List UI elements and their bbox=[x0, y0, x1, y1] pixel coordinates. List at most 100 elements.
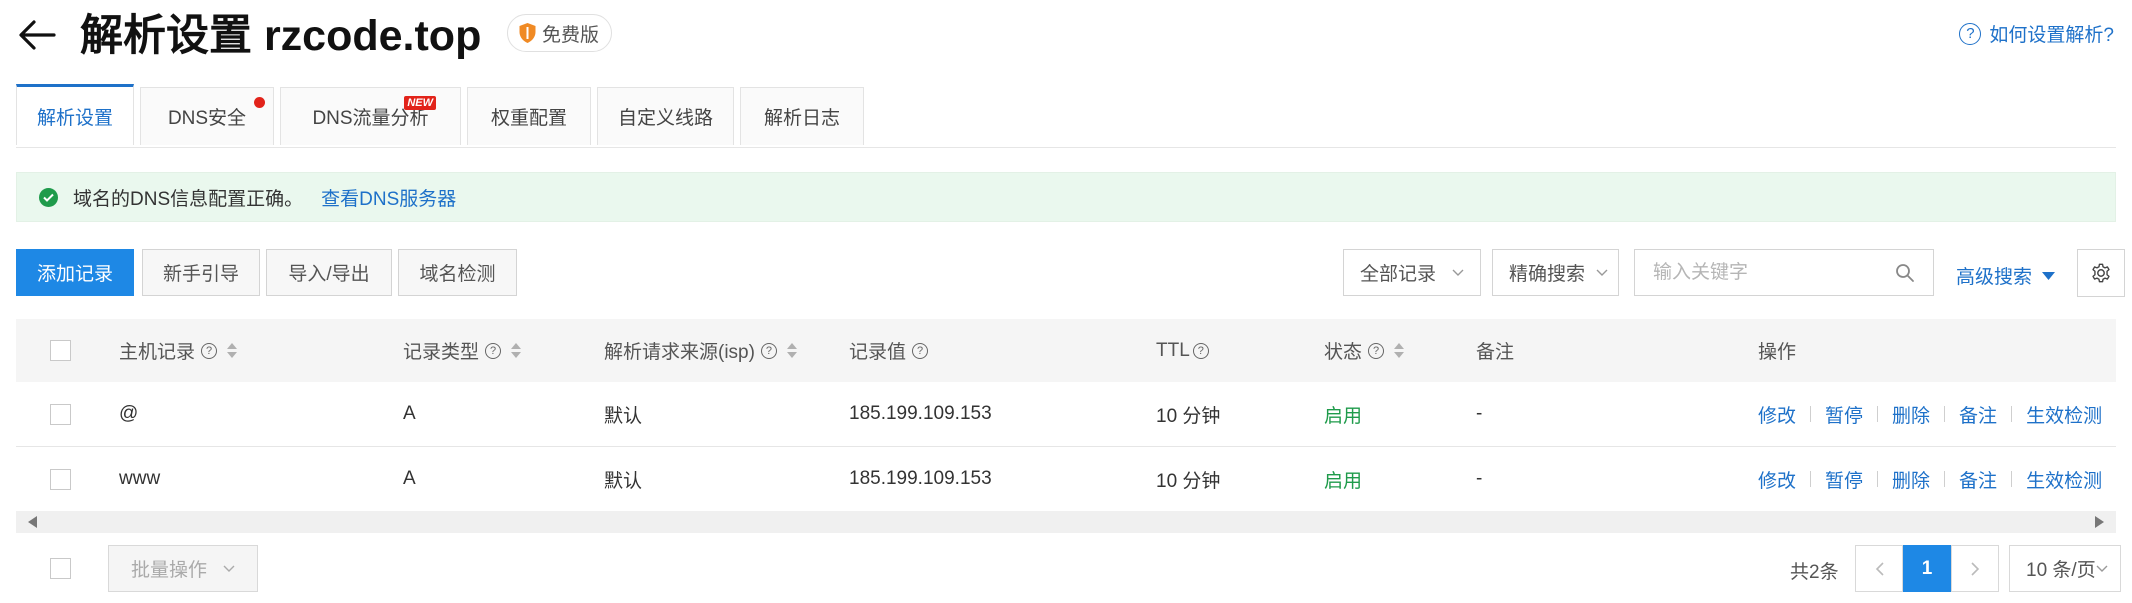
delete-link[interactable]: 删除 bbox=[1892, 401, 1930, 428]
guide-button[interactable]: 新手引导 bbox=[142, 249, 260, 296]
page-size-value: 10 条/页 bbox=[2026, 560, 2096, 581]
cell-ttl: 10 分钟 bbox=[1156, 470, 1221, 492]
advanced-search-link[interactable]: 高级搜索 bbox=[1956, 262, 2056, 289]
bulk-action-select[interactable]: 批量操作 bbox=[108, 545, 258, 592]
add-record-button[interactable]: 添加记录 bbox=[16, 249, 134, 296]
tab-weight-config[interactable]: 权重配置 bbox=[467, 87, 591, 145]
chevron-left-icon bbox=[1875, 561, 1884, 576]
table-settings-button[interactable] bbox=[2077, 249, 2125, 297]
col-value: 记录值 ? bbox=[849, 319, 929, 382]
check-circle-icon bbox=[39, 187, 58, 207]
cell-value: 185.199.109.153 bbox=[849, 403, 992, 424]
cell-remark: - bbox=[1476, 403, 1483, 424]
pause-link[interactable]: 暂停 bbox=[1825, 401, 1863, 428]
tab-custom-line[interactable]: 自定义线路 bbox=[597, 87, 734, 145]
help-icon[interactable]: ? bbox=[201, 342, 218, 359]
notification-dot bbox=[254, 97, 265, 108]
cell-isp: 默认 bbox=[604, 405, 643, 427]
help-link-label: 如何设置解析? bbox=[1989, 25, 2114, 46]
help-icon: ? bbox=[1959, 22, 1982, 45]
tab-label: 解析设置 bbox=[36, 107, 113, 129]
chevron-down-icon bbox=[223, 565, 235, 572]
check-effect-link[interactable]: 生效检测 bbox=[2026, 401, 2102, 428]
cell-type: A bbox=[403, 468, 416, 489]
footer-select-all-checkbox[interactable] bbox=[50, 558, 71, 579]
bulk-action-label: 批量操作 bbox=[130, 560, 207, 581]
select-all-cell bbox=[50, 319, 71, 382]
delete-link[interactable]: 删除 bbox=[1892, 466, 1930, 493]
col-status: 状态 ? bbox=[1324, 319, 1405, 382]
row-checkbox[interactable] bbox=[50, 468, 71, 490]
table-row: @ A 默认 185.199.109.153 10 分钟 启用 - 修改 暂停 … bbox=[16, 382, 2116, 447]
dns-settings-page: 解析设置 rzcode.top 免费版 ? 如何设置解析? 解析设置 DNS安全… bbox=[0, 0, 2132, 603]
remark-link[interactable]: 备注 bbox=[1959, 401, 1997, 428]
cell-isp: 默认 bbox=[604, 470, 643, 492]
search-mode-select[interactable]: 精确搜索 bbox=[1492, 249, 1619, 296]
page-button-current[interactable]: 1 bbox=[1903, 545, 1951, 592]
tab-dns-log[interactable]: 解析日志 bbox=[740, 87, 864, 145]
plan-badge-label: 免费版 bbox=[542, 24, 600, 46]
help-icon[interactable]: ? bbox=[912, 342, 929, 359]
col-host-label: 主机记录 bbox=[119, 342, 196, 363]
caret-down-icon bbox=[2042, 271, 2056, 280]
next-page-button[interactable] bbox=[1951, 545, 1999, 592]
advanced-search-label: 高级搜索 bbox=[1956, 267, 2033, 288]
cell-value: 185.199.109.153 bbox=[849, 468, 992, 489]
tab-label: DNS安全 bbox=[167, 108, 247, 129]
col-remark: 备注 bbox=[1476, 319, 1514, 382]
help-icon[interactable]: ? bbox=[1368, 342, 1385, 359]
sort-icon[interactable] bbox=[227, 343, 238, 358]
remark-link[interactable]: 备注 bbox=[1959, 466, 1997, 493]
page-title: 解析设置 rzcode.top bbox=[80, 12, 482, 60]
sort-icon[interactable] bbox=[511, 343, 522, 358]
page-size-select[interactable]: 10 条/页 bbox=[2009, 545, 2121, 592]
select-all-checkbox[interactable] bbox=[50, 340, 71, 361]
help-icon[interactable]: ? bbox=[1192, 342, 1209, 359]
scroll-left-icon[interactable] bbox=[28, 516, 37, 528]
record-filter-value: 全部记录 bbox=[1360, 264, 1437, 285]
col-isp: 解析请求来源(isp) ? bbox=[604, 319, 797, 382]
chevron-down-icon bbox=[2096, 565, 2108, 572]
tab-label: 解析日志 bbox=[763, 108, 840, 129]
row-actions: 修改 暂停 删除 备注 生效检测 bbox=[1758, 447, 2102, 511]
tab-bar: 解析设置 DNS安全 DNS流量分析 NEW 权重配置 自定义线路 解析日志 bbox=[16, 84, 2116, 148]
total-count: 共2条 bbox=[1790, 562, 1839, 583]
row-checkbox[interactable] bbox=[50, 403, 71, 425]
horizontal-scrollbar[interactable] bbox=[16, 511, 2116, 533]
cell-ttl: 10 分钟 bbox=[1156, 405, 1221, 427]
help-icon[interactable]: ? bbox=[485, 342, 502, 359]
sort-icon[interactable] bbox=[786, 343, 797, 358]
tab-dns-traffic[interactable]: DNS流量分析 NEW bbox=[280, 87, 461, 145]
chevron-down-icon bbox=[1596, 269, 1608, 276]
tab-label: 自定义线路 bbox=[617, 108, 713, 129]
search-icon[interactable] bbox=[1895, 263, 1915, 283]
search-box bbox=[1634, 249, 1934, 296]
shield-icon bbox=[519, 23, 536, 43]
prev-page-button[interactable] bbox=[1855, 545, 1903, 592]
check-effect-link[interactable]: 生效检测 bbox=[2026, 466, 2102, 493]
chevron-right-icon bbox=[1970, 561, 1979, 576]
page-header: 解析设置 rzcode.top 免费版 ? 如何设置解析? bbox=[0, 0, 2132, 80]
view-dns-servers-link[interactable]: 查看DNS服务器 bbox=[321, 184, 456, 211]
new-badge: NEW bbox=[404, 96, 436, 110]
tab-dns-security[interactable]: DNS安全 bbox=[140, 87, 274, 145]
pause-link[interactable]: 暂停 bbox=[1825, 466, 1863, 493]
record-filter-select[interactable]: 全部记录 bbox=[1343, 249, 1481, 296]
help-link[interactable]: ? 如何设置解析? bbox=[1959, 20, 2114, 47]
domain-check-button[interactable]: 域名检测 bbox=[398, 249, 517, 296]
cell-host: @ bbox=[119, 403, 139, 424]
table-header: 主机记录 ? 记录类型 ? 解析请求来源(isp) ? 记录值 ? TTL ? … bbox=[16, 319, 2116, 382]
edit-link[interactable]: 修改 bbox=[1758, 401, 1796, 428]
cell-type: A bbox=[403, 403, 416, 424]
sort-icon[interactable] bbox=[1394, 343, 1405, 358]
tab-dns-settings[interactable]: 解析设置 bbox=[16, 84, 134, 145]
edit-link[interactable]: 修改 bbox=[1758, 466, 1796, 493]
back-arrow-icon[interactable] bbox=[14, 12, 60, 58]
import-export-button[interactable]: 导入/导出 bbox=[266, 249, 392, 296]
search-input[interactable] bbox=[1651, 260, 1885, 285]
scroll-right-icon[interactable] bbox=[2095, 516, 2104, 528]
col-ttl: TTL ? bbox=[1156, 319, 1209, 382]
help-icon[interactable]: ? bbox=[760, 342, 777, 359]
col-status-label: 状态 bbox=[1324, 342, 1363, 363]
tab-label: 权重配置 bbox=[490, 108, 567, 129]
